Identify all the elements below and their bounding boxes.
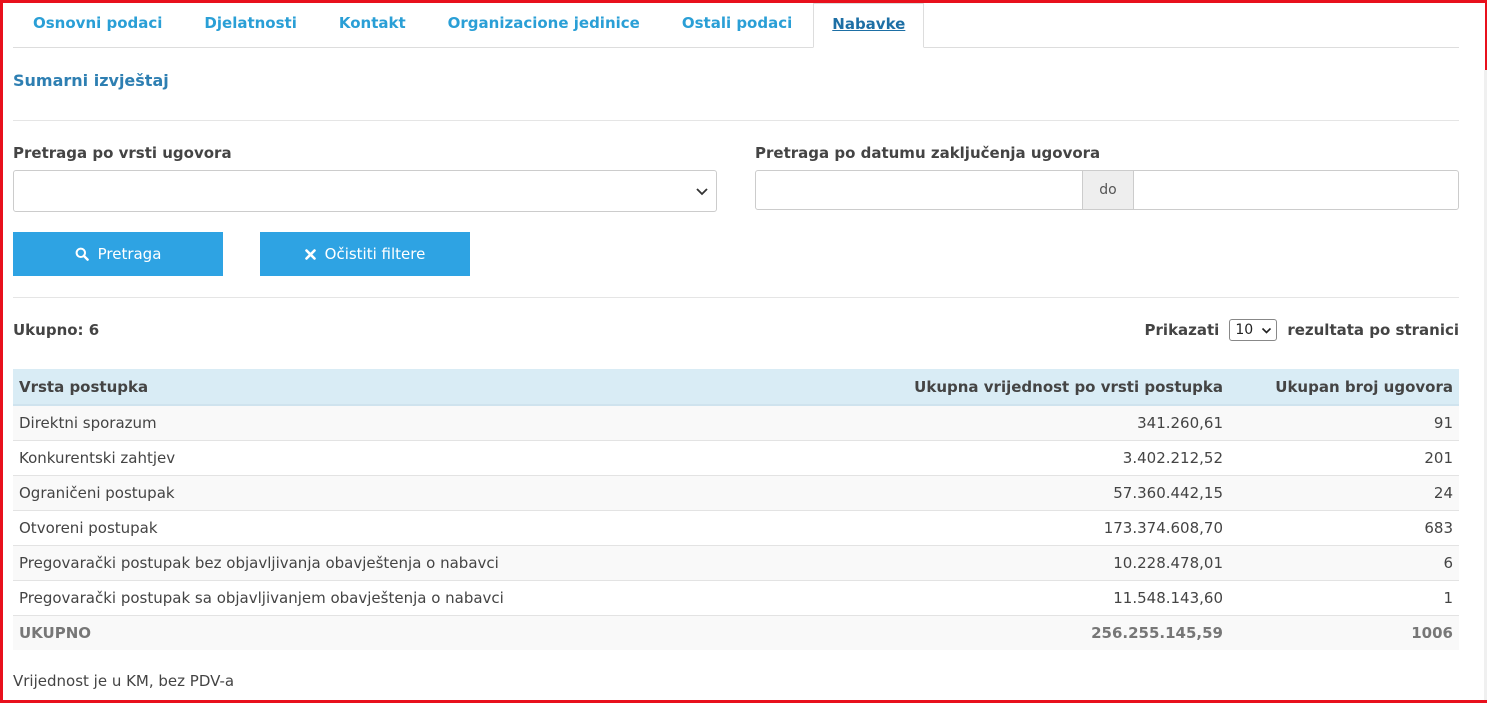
row-count: 683 [1229, 510, 1459, 546]
tab-osnovni-podaci[interactable]: Osnovni podaci [13, 3, 183, 47]
row-type: Ograničeni postupak [13, 475, 785, 511]
results-count: Ukupno: 6 [13, 321, 100, 339]
table-row: Otvoreni postupak 173.374.608,70 683 [13, 510, 1459, 546]
search-button[interactable]: Pretraga [13, 232, 223, 276]
table-header-row: Vrsta postupka Ukupna vrijednost po vrst… [13, 369, 1459, 406]
row-count: 1 [1229, 580, 1459, 616]
row-value: 57.360.442,15 [785, 475, 1229, 511]
total-count: 1006 [1229, 615, 1459, 650]
page-size-select[interactable]: 10 [1229, 319, 1278, 341]
table-total-row: UKUPNO 256.255.145,59 1006 [13, 615, 1459, 650]
search-button-label: Pretraga [97, 245, 162, 263]
row-count: 91 [1229, 404, 1459, 441]
page-size-value: 10 [1235, 322, 1254, 338]
divider [13, 120, 1459, 121]
row-count: 24 [1229, 475, 1459, 511]
date-to-input[interactable] [1133, 170, 1459, 210]
total-value: 256.255.145,59 [785, 615, 1229, 650]
date-separator: do [1083, 170, 1133, 210]
row-value: 173.374.608,70 [785, 510, 1229, 546]
row-count: 6 [1229, 545, 1459, 581]
tab-organizacione-jedinice[interactable]: Organizacione jedinice [427, 3, 661, 47]
section-title: Sumarni izvještaj [13, 71, 169, 90]
contract-type-select[interactable] [13, 170, 717, 212]
page-size-control: Prikazati 10 rezultata po stranici [1145, 319, 1459, 341]
contract-type-label: Pretraga po vrsti ugovora [13, 144, 232, 162]
table-row: Konkurentski zahtjev 3.402.212,52 201 [13, 440, 1459, 476]
row-count: 201 [1229, 440, 1459, 476]
row-value: 10.228.478,01 [785, 545, 1229, 581]
divider [13, 297, 1459, 298]
table-row: Ograničeni postupak 57.360.442,15 24 [13, 475, 1459, 511]
row-value: 11.548.143,60 [785, 580, 1229, 616]
row-type: Direktni sporazum [13, 404, 785, 441]
date-range-group: do [755, 170, 1459, 210]
row-value: 341.260,61 [785, 404, 1229, 441]
column-header-type: Vrsta postupka [13, 369, 785, 406]
search-icon [75, 247, 89, 261]
table-row: Pregovarački postupak sa objavljivanjem … [13, 580, 1459, 616]
table-row: Direktni sporazum 341.260,61 91 [13, 404, 1459, 441]
per-page-label: rezultata po stranici [1287, 321, 1459, 339]
row-type: Otvoreni postupak [13, 510, 785, 546]
close-icon [304, 248, 316, 260]
currency-footnote: Vrijednost je u KM, bez PDV-a [13, 672, 235, 690]
row-type: Pregovarački postupak sa objavljivanjem … [13, 580, 785, 616]
column-header-value: Ukupna vrijednost po vrsti postupka [785, 369, 1229, 406]
column-header-count: Ukupan broj ugovora [1229, 369, 1459, 406]
show-label: Prikazati [1144, 321, 1220, 339]
total-type: UKUPNO [13, 615, 785, 650]
summary-table: Vrsta postupka Ukupna vrijednost po vrst… [13, 369, 1459, 650]
chevron-down-icon [696, 188, 708, 196]
chevron-down-icon [1262, 327, 1272, 334]
tab-bar: Osnovni podaci Djelatnosti Kontakt Organ… [13, 3, 1459, 48]
clear-filters-button-label: Očistiti filtere [324, 245, 426, 263]
row-type: Konkurentski zahtjev [13, 440, 785, 476]
row-type: Pregovarački postupak bez objavljivanja … [13, 545, 785, 581]
clear-filters-button[interactable]: Očistiti filtere [260, 232, 470, 276]
date-range-label: Pretraga po datumu zaključenja ugovora [755, 144, 1101, 162]
tab-kontakt[interactable]: Kontakt [318, 3, 427, 47]
tab-ostali-podaci[interactable]: Ostali podaci [661, 3, 813, 47]
tab-nabavke[interactable]: Nabavke [813, 3, 925, 48]
tab-djelatnosti[interactable]: Djelatnosti [183, 3, 317, 47]
row-value: 3.402.212,52 [785, 440, 1229, 476]
date-from-input[interactable] [755, 170, 1083, 210]
table-row: Pregovarački postupak bez objavljivanja … [13, 545, 1459, 581]
